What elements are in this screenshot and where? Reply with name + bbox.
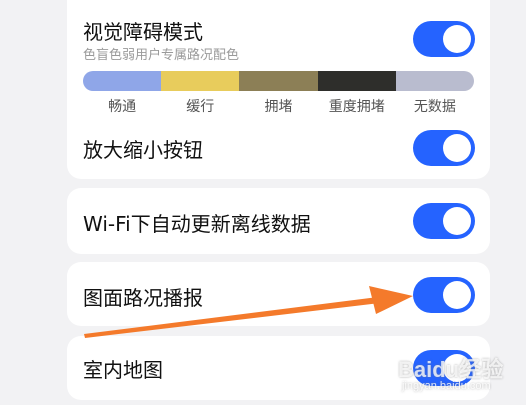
arrow-head — [369, 286, 413, 314]
annotation-arrow-icon — [84, 286, 413, 338]
arrow-shaft — [84, 297, 380, 338]
watermark-url: jingyan.baidu.com — [402, 380, 491, 392]
baidu-jingyan-watermark: Baidu经验 jingyan.baidu.com — [398, 352, 526, 402]
